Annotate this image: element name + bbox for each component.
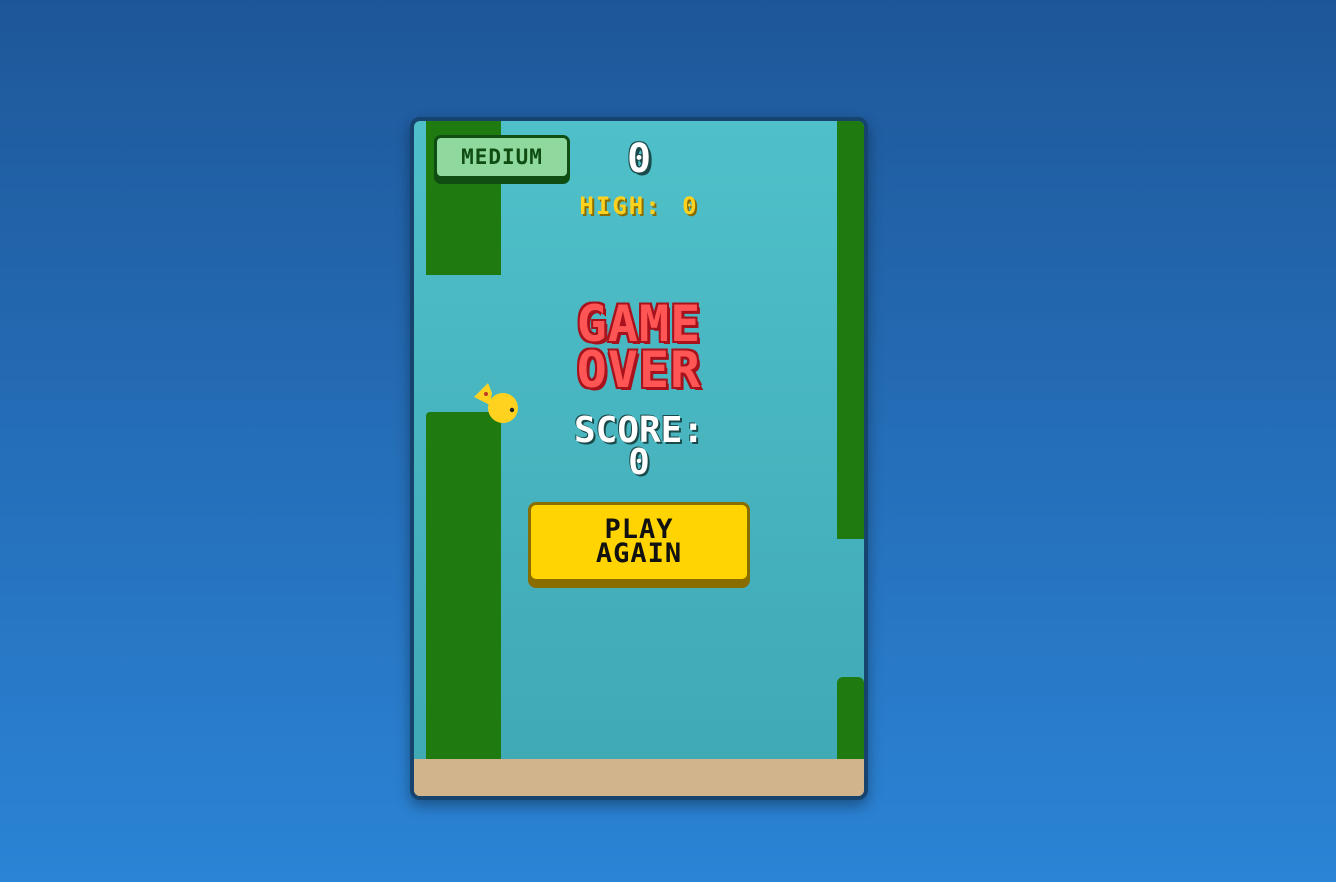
game-canvas[interactable]: MEDIUM 0 HIGH: 0 GAME OVER SCORE: 0 PLAY…: [410, 117, 868, 800]
high-score-label: HIGH:: [579, 192, 662, 220]
current-score: 0: [626, 136, 652, 182]
high-score: HIGH: 0: [414, 192, 864, 220]
high-score-value: 0: [682, 192, 699, 220]
ground: [414, 759, 864, 796]
pipe-bottom-right: [837, 677, 864, 762]
play-again-button[interactable]: PLAY AGAIN: [528, 502, 750, 582]
final-score-value: 0: [628, 442, 650, 483]
final-score: SCORE: 0: [414, 413, 864, 483]
game-over-title: GAME OVER: [576, 295, 702, 399]
